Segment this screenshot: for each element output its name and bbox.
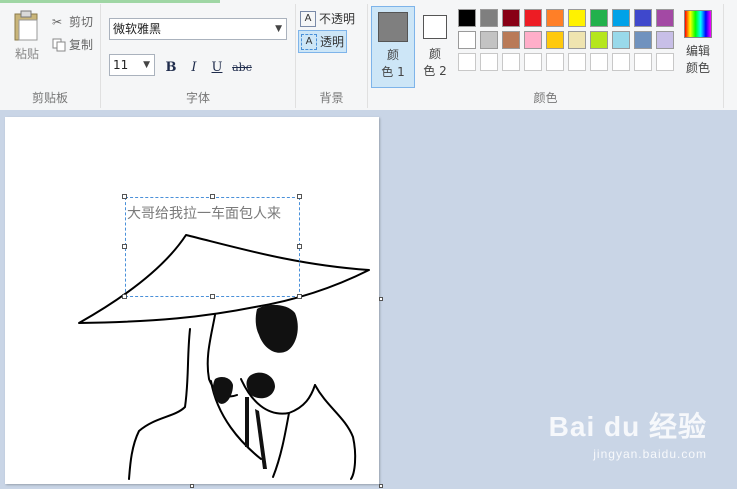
- transparent-button[interactable]: A 透明: [298, 30, 348, 53]
- palette-swatch[interactable]: [546, 9, 564, 27]
- bold-button[interactable]: B: [162, 59, 180, 77]
- palette-swatch[interactable]: [480, 31, 498, 49]
- copy-label: 复制: [69, 38, 94, 52]
- clipboard-group-label: 剪贴板: [31, 91, 68, 105]
- paste-label: 粘贴: [14, 47, 39, 61]
- color2-label-line1: 颜: [428, 47, 441, 61]
- color1-button[interactable]: 颜 色 1: [371, 6, 415, 88]
- palette-swatch[interactable]: [502, 53, 520, 71]
- palette-swatch[interactable]: [458, 9, 476, 27]
- baidu-jingyan-watermark: Bai du 经验 jingyan.baidu.com: [549, 405, 707, 461]
- drawing-canvas[interactable]: [5, 117, 379, 484]
- palette-swatch[interactable]: [546, 31, 564, 49]
- paste-icon: [14, 10, 38, 41]
- copy-icon: [52, 38, 66, 52]
- canvas-resize-handle-bottom[interactable]: [190, 484, 194, 488]
- palette-swatch[interactable]: [480, 53, 498, 71]
- canvas-resize-handle-corner[interactable]: [379, 484, 383, 488]
- color1-swatch: [378, 12, 408, 42]
- palette-swatch[interactable]: [546, 53, 564, 71]
- background-group-label: 背景: [319, 91, 344, 105]
- colors-group: 颜 色 1 颜 色 2 编辑 颜色 颜色: [368, 4, 724, 108]
- palette-swatch[interactable]: [502, 31, 520, 49]
- cut-label: 剪切: [69, 15, 94, 29]
- palette-swatch[interactable]: [502, 9, 520, 27]
- italic-button[interactable]: I: [185, 59, 203, 77]
- color1-label-line2: 色 1: [381, 65, 405, 79]
- palette-swatch[interactable]: [612, 31, 630, 49]
- resize-handle-w[interactable]: [122, 244, 127, 249]
- palette-swatch[interactable]: [524, 31, 542, 49]
- palette-swatch[interactable]: [590, 9, 608, 27]
- opaque-label: 不透明: [319, 12, 356, 26]
- scissors-icon: ✂: [52, 14, 63, 29]
- canvas-resize-handle-right[interactable]: [379, 297, 383, 301]
- palette-swatch[interactable]: [480, 9, 498, 27]
- palette-swatch[interactable]: [634, 31, 652, 49]
- color2-label-line2: 色 2: [423, 64, 447, 78]
- text-box-content[interactable]: 大哥给我拉一车面包人来: [127, 203, 281, 223]
- palette-swatch[interactable]: [568, 31, 586, 49]
- edit-colors-button[interactable]: 编辑 颜色: [678, 10, 718, 76]
- palette-swatch[interactable]: [634, 9, 652, 27]
- underline-button[interactable]: U: [208, 59, 226, 77]
- color1-label-line1: 颜: [386, 48, 399, 62]
- resize-handle-sw[interactable]: [122, 294, 127, 299]
- resize-handle-s[interactable]: [210, 294, 215, 299]
- sketch-drawing: [78, 234, 370, 480]
- clipboard-group: 粘贴 ✂ 剪切 复制 剪贴板: [0, 4, 101, 108]
- color2-button[interactable]: 颜 色 2: [418, 6, 452, 86]
- resize-handle-nw[interactable]: [122, 194, 127, 199]
- watermark-url: jingyan.baidu.com: [593, 447, 707, 461]
- font-group-label: 字体: [185, 91, 210, 105]
- paste-button[interactable]: 粘贴: [8, 10, 46, 62]
- palette-swatch[interactable]: [458, 53, 476, 71]
- edit-colors-line2: 颜色: [685, 61, 710, 75]
- palette-swatch[interactable]: [458, 31, 476, 49]
- palette-swatch[interactable]: [524, 53, 542, 71]
- palette-swatch[interactable]: [524, 9, 542, 27]
- resize-handle-n[interactable]: [210, 194, 215, 199]
- palette-swatch[interactable]: [590, 31, 608, 49]
- palette-swatch[interactable]: [656, 9, 674, 27]
- resize-handle-e[interactable]: [297, 244, 302, 249]
- background-group: A 不透明 A 透明 背景: [296, 4, 368, 108]
- font-family-value: 微软雅黑: [113, 22, 162, 36]
- palette-swatch[interactable]: [656, 31, 674, 49]
- edit-colors-line1: 编辑: [685, 44, 710, 58]
- color2-swatch: [423, 15, 447, 39]
- palette-swatch[interactable]: [568, 53, 586, 71]
- opaque-icon: A: [300, 10, 316, 27]
- opaque-button[interactable]: A 不透明: [300, 10, 355, 27]
- palette-swatch[interactable]: [590, 53, 608, 71]
- cut-button[interactable]: ✂ 剪切: [52, 13, 93, 30]
- transparent-icon: A: [301, 33, 317, 50]
- resize-handle-ne[interactable]: [297, 194, 302, 199]
- chevron-down-icon: ▼: [143, 60, 150, 70]
- palette-swatch[interactable]: [612, 53, 630, 71]
- font-family-select[interactable]: 微软雅黑 ▼: [109, 18, 287, 40]
- color-wheel-icon: [684, 10, 712, 38]
- colors-group-label: 颜色: [533, 91, 558, 105]
- font-size-select[interactable]: 11 ▼: [109, 54, 155, 76]
- transparent-label: 透明: [320, 35, 345, 49]
- palette-swatch[interactable]: [656, 53, 674, 71]
- chevron-down-icon: ▼: [275, 24, 282, 34]
- copy-button[interactable]: 复制: [52, 36, 93, 53]
- font-size-value: 11: [113, 58, 129, 72]
- ribbon: 粘贴 ✂ 剪切 复制 剪贴板 微软雅黑 ▼ 11 ▼ B I U abc 字体: [0, 0, 737, 111]
- font-group: 微软雅黑 ▼ 11 ▼ B I U abc 字体: [101, 4, 296, 108]
- strikethrough-button[interactable]: abc: [231, 59, 253, 77]
- active-tab-indicator: [0, 0, 220, 3]
- watermark-logo-text: Bai du 经验: [548, 411, 707, 442]
- palette-swatch[interactable]: [612, 9, 630, 27]
- palette-swatch[interactable]: [634, 53, 652, 71]
- palette-swatch[interactable]: [568, 9, 586, 27]
- resize-handle-se[interactable]: [297, 294, 302, 299]
